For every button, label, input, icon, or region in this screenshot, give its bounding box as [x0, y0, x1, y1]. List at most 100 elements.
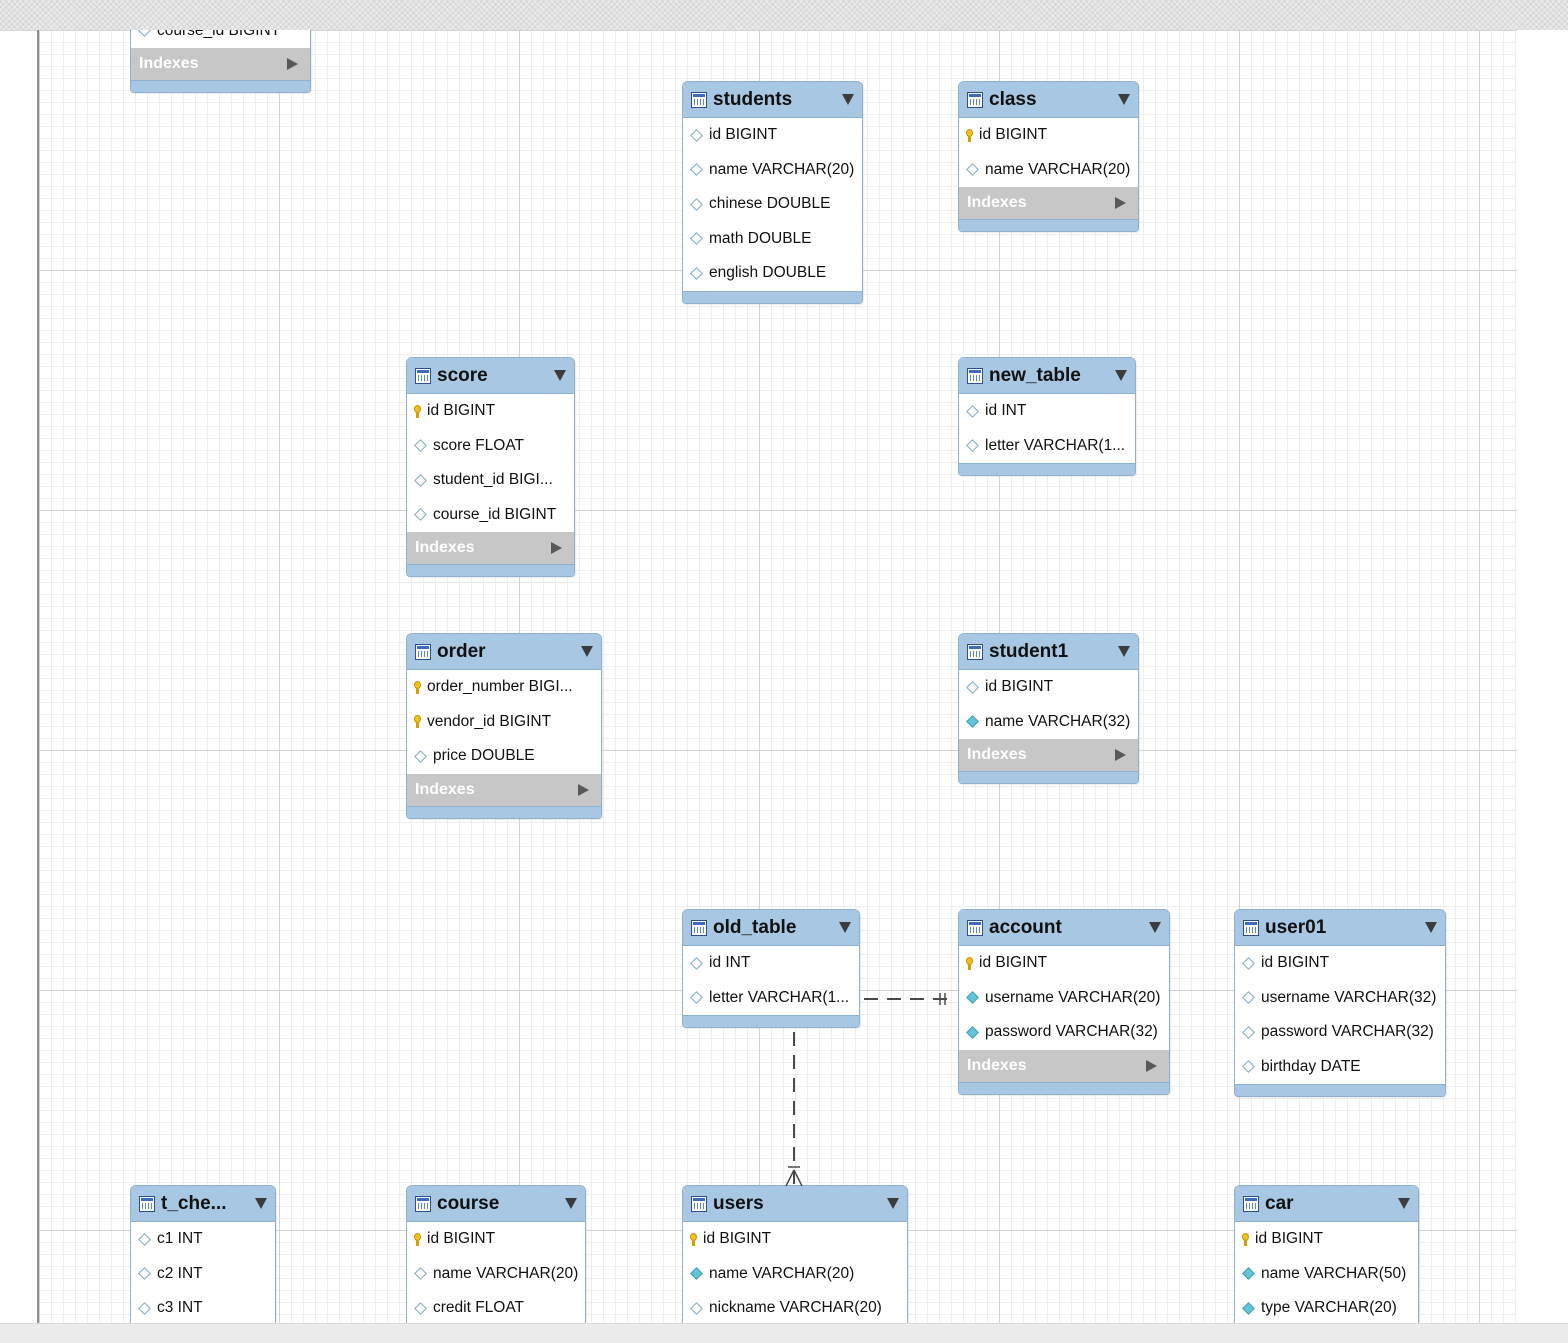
- column-row[interactable]: math DOUBLE: [683, 222, 862, 257]
- table-account[interactable]: account id BIGINT username VARCHAR(20) pass…: [958, 909, 1170, 1095]
- collapse-toggle-icon[interactable]: [565, 1198, 577, 1209]
- table-name: new_table: [989, 364, 1081, 386]
- table-header[interactable]: t_che...: [131, 1186, 275, 1222]
- column-icon: [414, 1301, 427, 1315]
- column-row[interactable]: vendor_id BIGINT: [407, 705, 601, 740]
- expand-arrow-icon[interactable]: [1115, 197, 1126, 209]
- indexes-section[interactable]: Indexes: [407, 532, 574, 564]
- column-row[interactable]: name VARCHAR(20): [683, 153, 862, 188]
- column-row[interactable]: id BIGINT: [683, 1222, 907, 1257]
- collapse-toggle-icon[interactable]: [842, 94, 854, 105]
- table-course[interactable]: course id BIGINT name VARCHAR(20) credit FL…: [406, 1185, 586, 1323]
- table-header[interactable]: student1: [959, 634, 1138, 670]
- collapse-toggle-icon[interactable]: [255, 1198, 267, 1209]
- column-row[interactable]: chinese DOUBLE: [683, 187, 862, 222]
- collapse-toggle-icon[interactable]: [1115, 370, 1127, 381]
- column-row[interactable]: c3 INT: [131, 1291, 275, 1323]
- column-row[interactable]: score FLOAT: [407, 429, 574, 464]
- table-t-che[interactable]: t_che... c1 INT c2 INT c3 INT: [130, 1185, 276, 1323]
- column-row[interactable]: credit FLOAT: [407, 1291, 585, 1323]
- collapse-toggle-icon[interactable]: [1118, 646, 1130, 657]
- column-row[interactable]: c2 INT: [131, 1257, 275, 1292]
- column-label: id BIGINT: [427, 402, 496, 420]
- indexes-section[interactable]: Indexes: [131, 48, 310, 80]
- indexes-section[interactable]: Indexes: [407, 773, 601, 806]
- table-header[interactable]: class: [959, 82, 1138, 118]
- table-student1[interactable]: student1 id BIGINT name VARCHAR(32) Indexes: [958, 633, 1139, 784]
- column-row[interactable]: id BIGINT: [407, 394, 574, 429]
- column-row[interactable]: name VARCHAR(32): [959, 705, 1138, 740]
- expand-arrow-icon[interactable]: [578, 783, 589, 796]
- column-row[interactable]: birthday DATE: [1235, 1050, 1445, 1085]
- table-header[interactable]: old_table: [683, 910, 859, 946]
- column-label: order_number BIGI...: [427, 678, 573, 696]
- column-row[interactable]: type VARCHAR(20): [1235, 1291, 1418, 1323]
- table-header[interactable]: user01: [1235, 910, 1445, 946]
- table-user01[interactable]: user01 id BIGINT username VARCHAR(32) passw…: [1234, 909, 1446, 1097]
- column-row[interactable]: order_number BIGI...: [407, 670, 601, 705]
- table-header[interactable]: account: [959, 910, 1169, 946]
- table-car[interactable]: car id BIGINT name VARCHAR(50) type VARCHAR…: [1234, 1185, 1419, 1323]
- column-row[interactable]: name VARCHAR(20): [683, 1257, 907, 1292]
- collapse-toggle-icon[interactable]: [887, 1198, 899, 1209]
- collapse-toggle-icon[interactable]: [839, 922, 851, 933]
- column-row[interactable]: price DOUBLE: [407, 739, 601, 774]
- table-icon: [967, 367, 983, 384]
- column-row[interactable]: c1 INT: [131, 1222, 275, 1257]
- column-row[interactable]: letter VARCHAR(1...: [683, 981, 859, 1016]
- table-new-table[interactable]: new_tableid INT letter VARCHAR(1...: [958, 357, 1136, 476]
- column-row[interactable]: username VARCHAR(32): [1235, 981, 1445, 1016]
- table-header[interactable]: order: [407, 634, 601, 670]
- table-students[interactable]: students id BIGINT name VARCHAR(20) chinese…: [682, 81, 863, 304]
- table-class[interactable]: class id BIGINT name VARCHAR(20) Indexes: [958, 81, 1139, 232]
- column-row[interactable]: nickname VARCHAR(20): [683, 1291, 907, 1323]
- column-row[interactable]: name VARCHAR(50): [1235, 1257, 1418, 1292]
- column-row[interactable]: id INT: [959, 394, 1135, 429]
- column-row[interactable]: password VARCHAR(32): [1235, 1015, 1445, 1050]
- not-null-column-icon: [966, 715, 979, 729]
- column-row[interactable]: course_id BIGINT: [407, 498, 574, 533]
- table-users[interactable]: users id BIGINT name VARCHAR(20) nickname V…: [682, 1185, 908, 1323]
- collapse-toggle-icon[interactable]: [1398, 1198, 1410, 1209]
- table-footer: [407, 805, 601, 818]
- collapse-toggle-icon[interactable]: [581, 646, 593, 657]
- table-header[interactable]: students: [683, 82, 862, 118]
- column-row[interactable]: student_id BIGI...: [407, 463, 574, 498]
- table-header[interactable]: score: [407, 358, 574, 394]
- column-row[interactable]: id BIGINT: [1235, 946, 1445, 981]
- collapse-toggle-icon[interactable]: [554, 370, 566, 381]
- column-row[interactable]: id BIGINT: [959, 118, 1138, 153]
- expand-arrow-icon[interactable]: [287, 58, 298, 70]
- table-header[interactable]: course: [407, 1186, 585, 1222]
- collapse-toggle-icon[interactable]: [1118, 94, 1130, 105]
- column-row[interactable]: english DOUBLE: [683, 256, 862, 291]
- table-header[interactable]: new_table: [959, 358, 1135, 394]
- column-row[interactable]: id BIGINT: [959, 670, 1138, 705]
- table-score[interactable]: score id BIGINT score FLOAT student_id BIGI…: [406, 357, 575, 577]
- collapse-toggle-icon[interactable]: [1149, 922, 1161, 933]
- table-old-table[interactable]: old_table id INT letter VARCHAR(1...: [682, 909, 860, 1028]
- column-row[interactable]: id INT: [683, 946, 859, 981]
- indexes-section[interactable]: Indexes: [959, 187, 1138, 219]
- table-order[interactable]: order order_number BIGI... vendor_id BIGIN…: [406, 633, 602, 819]
- column-row[interactable]: id BIGINT: [683, 118, 862, 153]
- expand-arrow-icon[interactable]: [1146, 1059, 1157, 1072]
- table-header[interactable]: users: [683, 1186, 907, 1222]
- table-enroll[interactable]: enroll_date DATEcourse_id BIGINTIndexes: [130, 30, 311, 93]
- expand-arrow-icon[interactable]: [551, 542, 562, 554]
- column-row[interactable]: username VARCHAR(20): [959, 981, 1169, 1016]
- column-row[interactable]: name VARCHAR(20): [407, 1257, 585, 1292]
- collapse-toggle-icon[interactable]: [1425, 922, 1437, 933]
- indexes-section[interactable]: Indexes: [959, 1049, 1169, 1082]
- column-row[interactable]: letter VARCHAR(1...: [959, 429, 1135, 464]
- column-row[interactable]: id BIGINT: [1235, 1222, 1418, 1257]
- column-row[interactable]: id BIGINT: [959, 946, 1169, 981]
- column-row[interactable]: password VARCHAR(32): [959, 1015, 1169, 1050]
- column-row[interactable]: name VARCHAR(20): [959, 153, 1138, 188]
- column-icon: [414, 749, 427, 763]
- column-row[interactable]: course_id BIGINT: [131, 30, 310, 48]
- expand-arrow-icon[interactable]: [1115, 749, 1126, 761]
- table-header[interactable]: car: [1235, 1186, 1418, 1222]
- indexes-section[interactable]: Indexes: [959, 739, 1138, 771]
- column-row[interactable]: id BIGINT: [407, 1222, 585, 1257]
